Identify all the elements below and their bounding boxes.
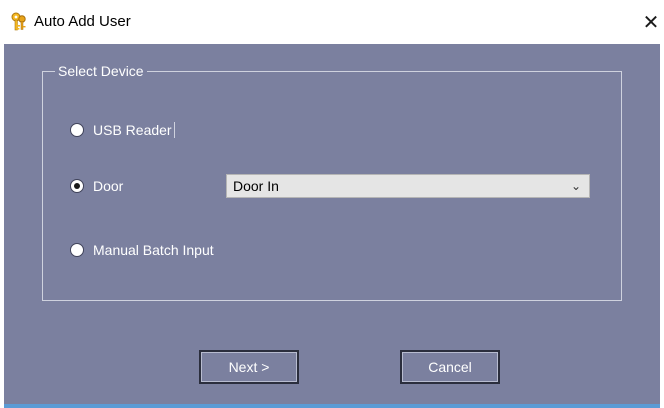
- radio-label: Door: [93, 178, 124, 194]
- radio-label: USB Reader: [93, 122, 172, 138]
- radio-label: Manual Batch Input: [93, 242, 214, 258]
- radio-manual-batch-input[interactable]: Manual Batch Input: [70, 242, 214, 258]
- radio-circle[interactable]: [70, 179, 84, 193]
- keys-icon: [10, 12, 28, 32]
- door-select[interactable]: Door In ⌄: [226, 174, 590, 198]
- title-bar: Auto Add User ✕: [0, 0, 664, 44]
- group-legend: Select Device: [55, 63, 147, 79]
- radio-usb-reader[interactable]: USB Reader: [70, 122, 175, 138]
- cancel-button[interactable]: Cancel: [400, 350, 500, 384]
- chevron-down-icon[interactable]: ⌄: [571, 175, 581, 197]
- radio-circle[interactable]: [70, 123, 84, 137]
- window-title: Auto Add User: [34, 13, 131, 30]
- dialog-client-area: Select Device USB Reader Door Door In ⌄ …: [4, 44, 660, 404]
- focus-caret: [173, 122, 175, 138]
- close-button[interactable]: ✕: [638, 8, 664, 36]
- door-select-value: Door In: [233, 178, 279, 194]
- radio-circle[interactable]: [70, 243, 84, 257]
- next-button[interactable]: Next >: [199, 350, 299, 384]
- radio-door[interactable]: Door: [70, 178, 123, 194]
- window-bottom-border: [4, 404, 660, 408]
- auto-add-user-window: Auto Add User ✕ Select Device USB Reader…: [0, 0, 664, 408]
